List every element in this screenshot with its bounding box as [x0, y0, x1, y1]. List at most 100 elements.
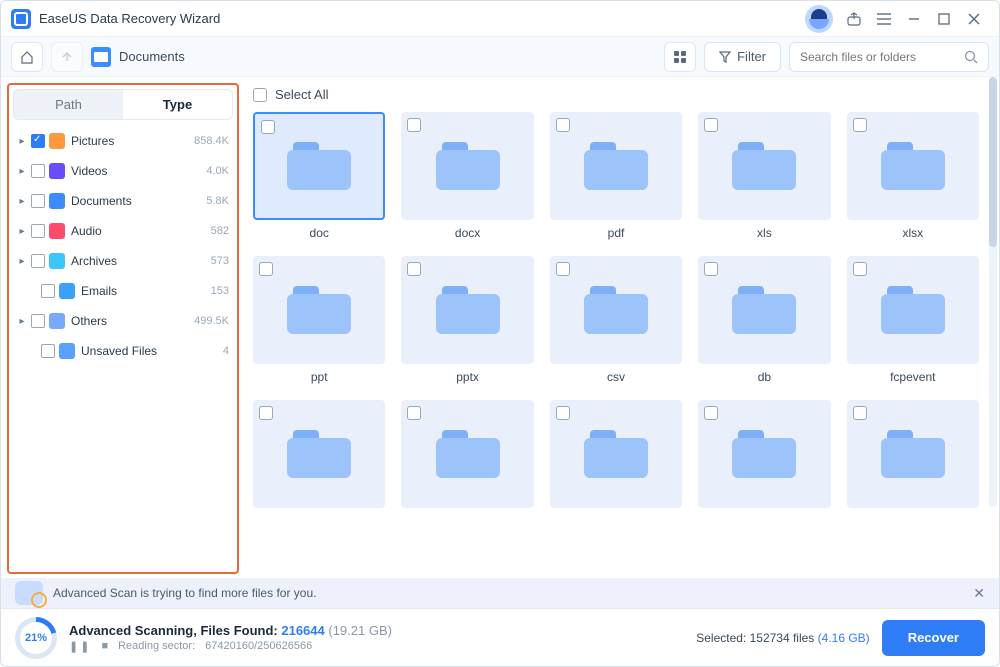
archives-icon	[49, 253, 65, 269]
tab-path[interactable]: Path	[14, 90, 123, 119]
checkbox-archives[interactable]	[31, 254, 45, 268]
tile-docx[interactable]: docx	[401, 112, 533, 240]
titlebar: EaseUS Data Recovery Wizard	[1, 1, 999, 37]
folder-icon	[732, 142, 796, 190]
scan-notice-icon	[15, 581, 43, 605]
sidebar-item-videos[interactable]: ▸Videos4.0K	[13, 156, 233, 186]
others-icon	[49, 313, 65, 329]
tile-checkbox[interactable]	[704, 118, 718, 132]
tile-blank[interactable]	[698, 400, 830, 514]
content-pane: Select All doc docx pdf xlsxlsx ppt pptx csv db…	[239, 77, 999, 578]
tile-xls[interactable]: xls	[698, 112, 830, 240]
tile-checkbox[interactable]	[407, 406, 421, 420]
maximize-button[interactable]	[929, 5, 959, 33]
footer: 21% Advanced Scanning, Files Found: 2166…	[1, 608, 999, 666]
checkbox-emails[interactable]	[41, 284, 55, 298]
folder-icon	[584, 142, 648, 190]
home-button[interactable]	[11, 42, 43, 72]
scrollbar[interactable]	[989, 77, 997, 507]
checkbox-documents[interactable]	[31, 194, 45, 208]
search-input[interactable]	[800, 50, 964, 64]
sidebar-item-documents[interactable]: ▸Documents5.8K	[13, 186, 233, 216]
tile-label: doc	[310, 226, 329, 240]
folder-icon	[881, 430, 945, 478]
avatar-icon[interactable]	[805, 5, 833, 33]
share-icon[interactable]	[839, 5, 869, 33]
tile-label: csv	[607, 370, 625, 384]
tile-checkbox[interactable]	[259, 262, 273, 276]
breadcrumb[interactable]: Documents	[119, 49, 185, 64]
sidebar-item-audio[interactable]: ▸Audio582	[13, 216, 233, 246]
tile-checkbox[interactable]	[261, 120, 275, 134]
scrollbar-thumb[interactable]	[989, 77, 997, 247]
tile-checkbox[interactable]	[556, 406, 570, 420]
sidebar-item-archives[interactable]: ▸Archives573	[13, 246, 233, 276]
tile-ppt[interactable]: ppt	[253, 256, 385, 384]
folder-icon	[584, 286, 648, 334]
folder-icon	[732, 286, 796, 334]
select-all-row[interactable]: Select All	[253, 87, 979, 102]
tile-blank[interactable]	[550, 400, 682, 514]
breadcrumb-icon	[91, 47, 111, 67]
recover-button[interactable]: Recover	[882, 620, 985, 656]
tile-checkbox[interactable]	[556, 118, 570, 132]
progress-ring: 21%	[15, 617, 57, 659]
checkbox-audio[interactable]	[31, 224, 45, 238]
tile-label: fcpevent	[890, 370, 935, 384]
tile-label: pptx	[456, 370, 479, 384]
tile-checkbox[interactable]	[853, 118, 867, 132]
tile-db[interactable]: db	[698, 256, 830, 384]
tile-checkbox[interactable]	[407, 262, 421, 276]
sidebar-item-unsaved[interactable]: Unsaved Files4	[13, 336, 233, 366]
tile-doc[interactable]: doc	[253, 112, 385, 240]
tile-blank[interactable]	[253, 400, 385, 514]
checkbox-others[interactable]	[31, 314, 45, 328]
tile-checkbox[interactable]	[259, 406, 273, 420]
filter-button[interactable]: Filter	[704, 42, 781, 72]
sidebar-item-emails[interactable]: Emails153	[13, 276, 233, 306]
close-button[interactable]	[959, 5, 989, 33]
tile-checkbox[interactable]	[853, 262, 867, 276]
tile-fcpevent[interactable]: fcpevent	[847, 256, 979, 384]
scan-status: Advanced Scanning, Files Found: 216644 (…	[69, 623, 392, 653]
sidebar-item-others[interactable]: ▸Others499.5K	[13, 306, 233, 336]
tile-blank[interactable]	[401, 400, 533, 514]
search-field[interactable]	[789, 42, 989, 72]
tile-checkbox[interactable]	[704, 406, 718, 420]
tab-type[interactable]: Type	[123, 90, 232, 119]
tile-checkbox[interactable]	[704, 262, 718, 276]
select-all-checkbox[interactable]	[253, 88, 267, 102]
checkbox-videos[interactable]	[31, 164, 45, 178]
scan-notice-text: Advanced Scan is trying to find more fil…	[53, 586, 316, 600]
tile-csv[interactable]: csv	[550, 256, 682, 384]
tile-xlsx[interactable]: xlsx	[847, 112, 979, 240]
tile-checkbox[interactable]	[853, 406, 867, 420]
minimize-button[interactable]	[899, 5, 929, 33]
menu-icon[interactable]	[869, 5, 899, 33]
pictures-icon	[49, 133, 65, 149]
selected-summary: Selected: 152734 files (4.16 GB)	[696, 631, 869, 645]
checkbox-unsaved[interactable]	[41, 344, 55, 358]
up-button[interactable]	[51, 42, 83, 72]
tile-checkbox[interactable]	[556, 262, 570, 276]
tile-label: pdf	[608, 226, 625, 240]
tile-pdf[interactable]: pdf	[550, 112, 682, 240]
stop-button[interactable]: ■	[101, 640, 108, 652]
tile-label: ppt	[311, 370, 328, 384]
scan-notice: Advanced Scan is trying to find more fil…	[1, 578, 999, 608]
tile-label: docx	[455, 226, 480, 240]
unsaved-icon	[59, 343, 75, 359]
documents-icon	[49, 193, 65, 209]
tile-pptx[interactable]: pptx	[401, 256, 533, 384]
videos-icon	[49, 163, 65, 179]
emails-icon	[59, 283, 75, 299]
tile-checkbox[interactable]	[407, 118, 421, 132]
checkbox-pictures[interactable]	[31, 134, 45, 148]
tile-label: db	[758, 370, 771, 384]
tile-blank[interactable]	[847, 400, 979, 514]
pause-button[interactable]: ❚❚	[69, 640, 91, 653]
notice-close-icon[interactable]: ✕	[973, 585, 985, 602]
grid-view-button[interactable]	[664, 42, 696, 72]
sidebar-item-pictures[interactable]: ▸Pictures858.4K	[13, 126, 233, 156]
filter-icon	[719, 51, 731, 63]
